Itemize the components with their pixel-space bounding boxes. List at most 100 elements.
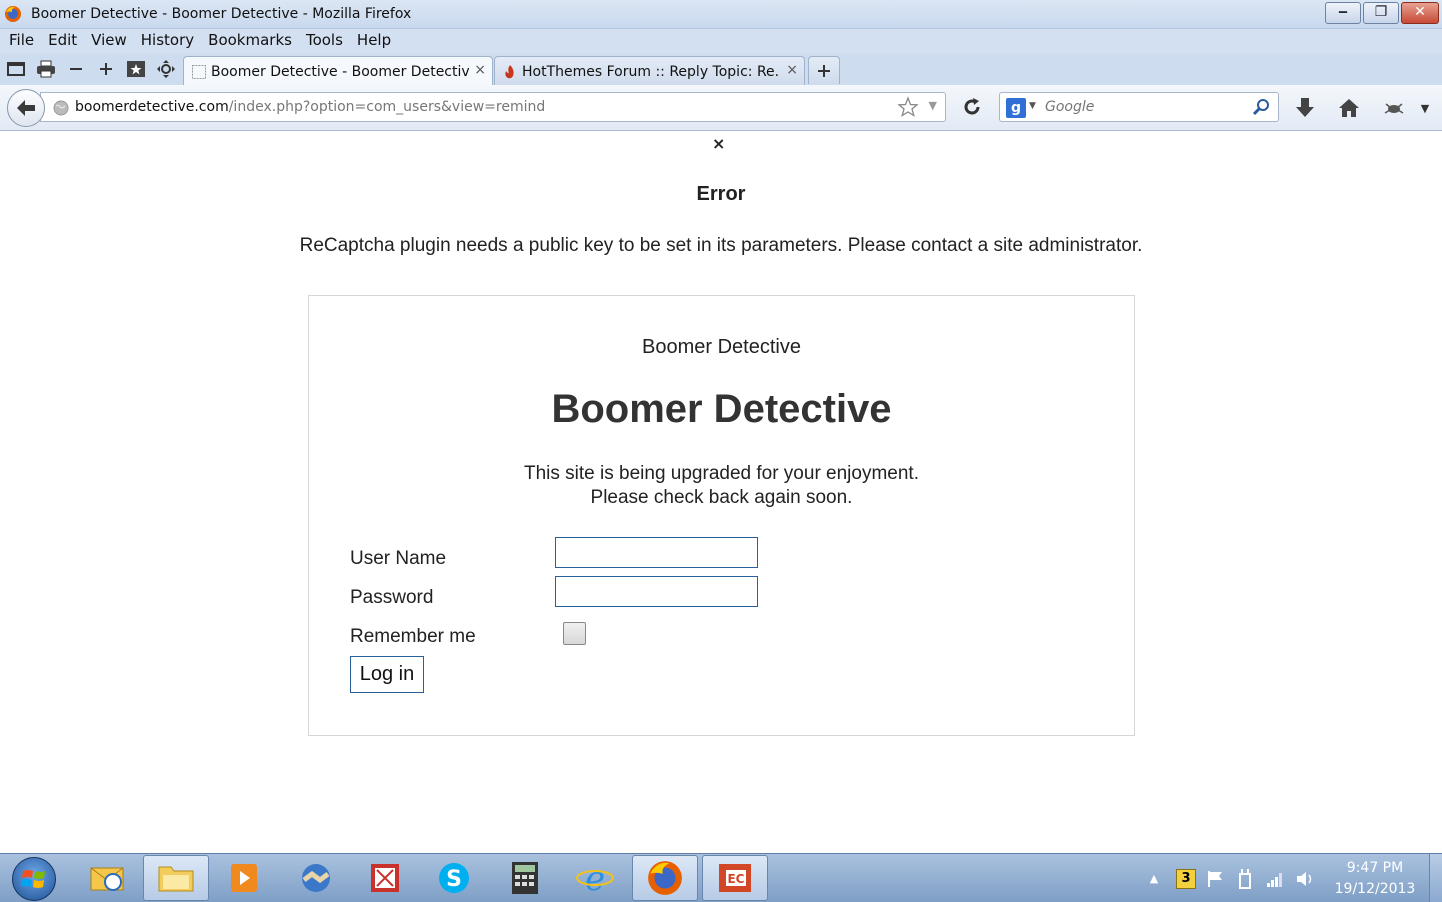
bookmark-star-icon[interactable] <box>897 96 919 118</box>
print-button[interactable] <box>34 58 58 80</box>
url-path: /index.php?option=com_users&view=remind <box>228 99 546 115</box>
home-icon <box>1339 99 1359 117</box>
back-button[interactable] <box>7 89 45 127</box>
menu-file[interactable]: File <box>2 29 41 51</box>
mail-clock-icon <box>90 867 124 891</box>
close-message-button[interactable]: × <box>712 134 725 153</box>
show-desktop-button[interactable] <box>1429 854 1442 902</box>
svg-text:e: e <box>585 860 605 896</box>
search-icon[interactable] <box>1252 98 1270 116</box>
tab-label: Boomer Detective - Boomer Detective <box>211 64 469 80</box>
window-title: Boomer Detective - Boomer Detective - Mo… <box>31 6 412 22</box>
tab-strip: Boomer Detective - Boomer Detective × Ho… <box>0 53 1442 86</box>
bookmark-star-icon <box>127 61 145 77</box>
menu-bar: File Edit View History Bookmarks Tools H… <box>0 29 1442 53</box>
remember-me-checkbox[interactable] <box>563 622 586 645</box>
flame-icon <box>505 65 514 79</box>
search-input[interactable] <box>1045 99 1245 115</box>
menu-tools[interactable]: Tools <box>299 29 350 51</box>
taskbar-media-player[interactable] <box>212 855 278 901</box>
blank-page-icon <box>192 65 206 79</box>
tab-close-button[interactable]: × <box>474 62 486 78</box>
firefox-icon <box>5 6 21 22</box>
system-clock[interactable]: 9:47 PM 19/12/2013 <box>1320 858 1430 900</box>
menu-history[interactable]: History <box>134 29 201 51</box>
remember-me-label: Remember me <box>350 626 476 647</box>
move-button[interactable] <box>154 58 178 80</box>
tab-hotthemes-forum[interactable]: HotThemes Forum :: Reply Topic: Re... × <box>494 56 805 86</box>
handshake-globe-icon <box>302 864 330 892</box>
tab-close-button[interactable]: × <box>786 62 798 78</box>
taskbar-calculator[interactable] <box>491 855 557 901</box>
tab-boomer-detective[interactable]: Boomer Detective - Boomer Detective × <box>183 56 493 86</box>
taskbar-explorer[interactable] <box>143 855 209 901</box>
taskbar-pdf-app[interactable] <box>352 855 418 901</box>
reload-button[interactable] <box>961 96 983 122</box>
page-content: × Error ReCaptcha plugin needs a public … <box>0 131 1442 853</box>
network-signal-icon[interactable] <box>1265 870 1285 888</box>
close-window-button[interactable]: ✕ <box>1401 2 1439 24</box>
restore-icon: ❐ <box>1374 4 1388 20</box>
zoom-in-button[interactable] <box>94 58 118 80</box>
home-button[interactable] <box>1337 96 1361 120</box>
offline-line-2: Please check back again soon. <box>590 487 853 508</box>
menu-dropdown-button[interactable]: ▼ <box>1413 96 1437 120</box>
url-dropdown-icon[interactable]: ▼ <box>929 99 937 112</box>
taskbar-presentation[interactable]: EC <box>702 855 768 901</box>
username-input[interactable] <box>555 537 758 568</box>
new-tab-button[interactable] <box>808 56 840 84</box>
tray-badge[interactable]: 3 <box>1176 868 1196 889</box>
url-bar[interactable]: boomerdetective.com/index.php?option=com… <box>40 92 946 122</box>
minimize-button[interactable]: ‒ <box>1325 2 1361 24</box>
system-tray: ▲ 3 <box>1146 854 1315 902</box>
taskbar-firefox[interactable] <box>632 855 698 901</box>
download-arrow-icon <box>1296 98 1314 117</box>
addon-button[interactable] <box>1382 96 1406 120</box>
menu-edit[interactable]: Edit <box>41 29 84 51</box>
site-name-small: Boomer Detective <box>642 336 801 358</box>
password-label: Password <box>350 587 434 608</box>
minimize-icon: ‒ <box>1338 4 1348 20</box>
search-bar[interactable]: g ▼ <box>999 92 1279 122</box>
downloads-button[interactable] <box>1293 96 1317 120</box>
menu-view[interactable]: View <box>84 29 134 51</box>
action-center-flag-icon[interactable] <box>1206 869 1226 889</box>
clock-date: 19/12/2013 <box>1334 881 1416 897</box>
taskbar-internet-explorer[interactable]: e <box>562 855 628 901</box>
document-red-icon <box>371 864 399 892</box>
menu-bookmarks[interactable]: Bookmarks <box>201 29 299 51</box>
minus-icon <box>70 68 82 70</box>
power-plug-icon[interactable] <box>1235 868 1255 890</box>
calculator-icon <box>512 862 538 894</box>
spider-icon <box>1384 103 1404 114</box>
svg-text:EC: EC <box>727 872 744 886</box>
zoom-out-button[interactable] <box>64 58 88 80</box>
url-host: boomerdetective.com <box>75 99 229 115</box>
google-engine-icon[interactable]: g <box>1006 98 1026 118</box>
volume-icon[interactable] <box>1295 869 1315 889</box>
restore-button[interactable]: ❐ <box>1363 2 1399 24</box>
menu-help[interactable]: Help <box>350 29 398 51</box>
move-arrows-icon <box>157 60 175 78</box>
url-text: boomerdetective.com/index.php?option=com… <box>75 99 545 115</box>
login-button[interactable]: Log in <box>350 656 424 693</box>
media-play-icon <box>231 864 257 892</box>
taskbar-outlook[interactable] <box>74 855 140 901</box>
presentation-icon: EC <box>719 864 751 892</box>
show-hidden-icons-button[interactable]: ▲ <box>1146 872 1162 885</box>
new-window-button[interactable] <box>4 58 28 80</box>
back-arrow-icon <box>17 100 35 116</box>
firefox-icon <box>648 861 682 895</box>
error-title: Error <box>696 183 746 205</box>
start-button[interactable] <box>12 857 56 901</box>
firefox-window: Boomer Detective - Boomer Detective - Mo… <box>0 0 1442 902</box>
skype-icon: S <box>439 863 469 893</box>
password-input[interactable] <box>555 576 758 607</box>
bookmarks-button[interactable] <box>124 58 148 80</box>
ie-icon: e <box>576 860 614 896</box>
taskbar: S e EC ▲ 3 9:47 PM 19/12/2013 <box>0 853 1442 902</box>
engine-dropdown-icon[interactable]: ▼ <box>1029 101 1036 111</box>
offline-message: This site is being upgraded for your enj… <box>309 462 1134 510</box>
taskbar-network-app[interactable] <box>283 855 349 901</box>
taskbar-skype[interactable]: S <box>421 855 487 901</box>
